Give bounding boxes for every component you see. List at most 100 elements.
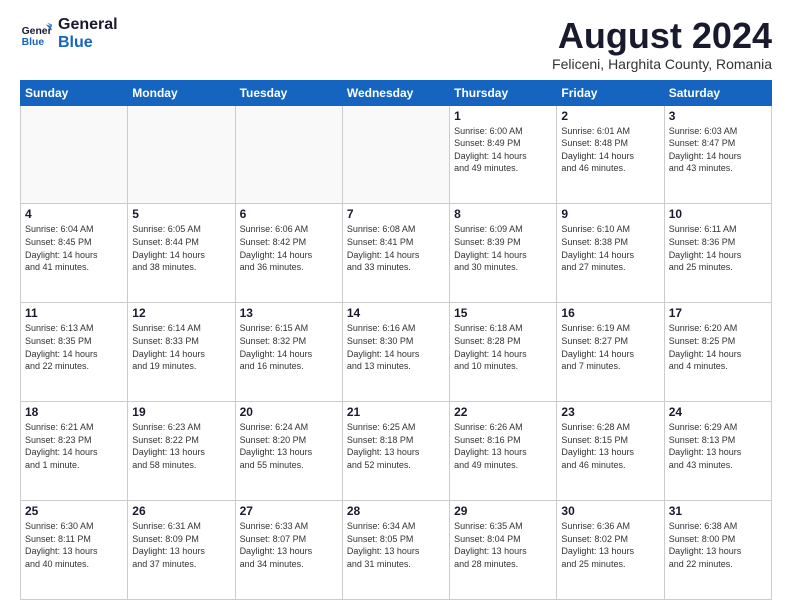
day-info: Sunrise: 6:33 AM Sunset: 8:07 PM Dayligh… [240, 520, 338, 570]
calendar-cell: 4 Sunrise: 6:04 AM Sunset: 8:45 PM Daylig… [21, 204, 128, 303]
calendar-cell: 23 Sunrise: 6:28 AM Sunset: 8:15 PM Dayli… [557, 402, 664, 501]
calendar-cell: 27 Sunrise: 6:33 AM Sunset: 8:07 PM Dayli… [235, 501, 342, 600]
day-number: 15 [454, 306, 552, 320]
main-title: August 2024 [552, 16, 772, 56]
day-number: 25 [25, 504, 123, 518]
calendar-cell: 8 Sunrise: 6:09 AM Sunset: 8:39 PM Daylig… [450, 204, 557, 303]
calendar-header-monday: Monday [128, 80, 235, 105]
calendar-cell: 24 Sunrise: 6:29 AM Sunset: 8:13 PM Dayli… [664, 402, 771, 501]
day-number: 7 [347, 207, 445, 221]
svg-text:General: General [22, 26, 52, 37]
day-number: 12 [132, 306, 230, 320]
day-number: 28 [347, 504, 445, 518]
calendar-cell: 13Sunrise: 6:15 AM Sunset: 8:32 PM Dayli… [235, 303, 342, 402]
day-info: Sunrise: 6:21 AM Sunset: 8:23 PM Dayligh… [25, 421, 123, 471]
calendar-cell: 2 Sunrise: 6:01 AM Sunset: 8:48 PM Daylig… [557, 105, 664, 204]
calendar-cell: 17 Sunrise: 6:20 AM Sunset: 8:25 PM Dayli… [664, 303, 771, 402]
calendar-cell: 1Sunrise: 6:00 AM Sunset: 8:49 PM Daylig… [450, 105, 557, 204]
day-number: 8 [454, 207, 552, 221]
day-number: 31 [669, 504, 767, 518]
day-number: 29 [454, 504, 552, 518]
day-info: Sunrise: 6:05 AM Sunset: 8:44 PM Dayligh… [132, 223, 230, 273]
day-number: 1 [454, 109, 552, 123]
calendar-week-2: 4 Sunrise: 6:04 AM Sunset: 8:45 PM Daylig… [21, 204, 772, 303]
calendar-cell: 9 Sunrise: 6:10 AM Sunset: 8:38 PM Daylig… [557, 204, 664, 303]
day-info: Sunrise: 6:31 AM Sunset: 8:09 PM Dayligh… [132, 520, 230, 570]
day-number: 6 [240, 207, 338, 221]
calendar-cell: 25Sunrise: 6:30 AM Sunset: 8:11 PM Dayli… [21, 501, 128, 600]
logo-icon: General Blue [20, 18, 52, 50]
day-info: Sunrise: 6:26 AM Sunset: 8:16 PM Dayligh… [454, 421, 552, 471]
day-number: 3 [669, 109, 767, 123]
day-number: 23 [561, 405, 659, 419]
logo: General Blue General Blue [20, 16, 118, 51]
day-number: 9 [561, 207, 659, 221]
day-info: Sunrise: 6:19 AM Sunset: 8:27 PM Dayligh… [561, 322, 659, 372]
calendar-week-5: 25Sunrise: 6:30 AM Sunset: 8:11 PM Dayli… [21, 501, 772, 600]
day-number: 30 [561, 504, 659, 518]
calendar-cell: 19Sunrise: 6:23 AM Sunset: 8:22 PM Dayli… [128, 402, 235, 501]
day-info: Sunrise: 6:36 AM Sunset: 8:02 PM Dayligh… [561, 520, 659, 570]
calendar-cell [235, 105, 342, 204]
day-info: Sunrise: 6:20 AM Sunset: 8:25 PM Dayligh… [669, 322, 767, 372]
subtitle: Feliceni, Harghita County, Romania [552, 56, 772, 72]
day-info: Sunrise: 6:29 AM Sunset: 8:13 PM Dayligh… [669, 421, 767, 471]
calendar-header-sunday: Sunday [21, 80, 128, 105]
day-info: Sunrise: 6:28 AM Sunset: 8:15 PM Dayligh… [561, 421, 659, 471]
day-number: 24 [669, 405, 767, 419]
calendar-table: SundayMondayTuesdayWednesdayThursdayFrid… [20, 80, 772, 600]
day-info: Sunrise: 6:18 AM Sunset: 8:28 PM Dayligh… [454, 322, 552, 372]
calendar-cell: 20Sunrise: 6:24 AM Sunset: 8:20 PM Dayli… [235, 402, 342, 501]
calendar-cell: 6 Sunrise: 6:06 AM Sunset: 8:42 PM Daylig… [235, 204, 342, 303]
calendar-cell: 29Sunrise: 6:35 AM Sunset: 8:04 PM Dayli… [450, 501, 557, 600]
day-number: 2 [561, 109, 659, 123]
calendar-header-saturday: Saturday [664, 80, 771, 105]
logo-line1: General [58, 16, 118, 34]
calendar-cell: 28 Sunrise: 6:34 AM Sunset: 8:05 PM Dayli… [342, 501, 449, 600]
calendar-cell: 15 Sunrise: 6:18 AM Sunset: 8:28 PM Dayli… [450, 303, 557, 402]
calendar-cell: 7 Sunrise: 6:08 AM Sunset: 8:41 PM Daylig… [342, 204, 449, 303]
calendar-cell [21, 105, 128, 204]
calendar-cell: 18 Sunrise: 6:21 AM Sunset: 8:23 PM Dayli… [21, 402, 128, 501]
calendar-cell: 5 Sunrise: 6:05 AM Sunset: 8:44 PM Daylig… [128, 204, 235, 303]
day-info: Sunrise: 6:11 AM Sunset: 8:36 PM Dayligh… [669, 223, 767, 273]
day-info: Sunrise: 6:04 AM Sunset: 8:45 PM Dayligh… [25, 223, 123, 273]
day-number: 18 [25, 405, 123, 419]
calendar-header-wednesday: Wednesday [342, 80, 449, 105]
day-number: 22 [454, 405, 552, 419]
day-number: 5 [132, 207, 230, 221]
day-info: Sunrise: 6:10 AM Sunset: 8:38 PM Dayligh… [561, 223, 659, 273]
calendar-cell [128, 105, 235, 204]
day-info: Sunrise: 6:03 AM Sunset: 8:47 PM Dayligh… [669, 125, 767, 175]
day-info: Sunrise: 6:08 AM Sunset: 8:41 PM Dayligh… [347, 223, 445, 273]
day-info: Sunrise: 6:34 AM Sunset: 8:05 PM Dayligh… [347, 520, 445, 570]
day-info: Sunrise: 6:16 AM Sunset: 8:30 PM Dayligh… [347, 322, 445, 372]
calendar-cell [342, 105, 449, 204]
header: General Blue General Blue August 2024 Fe… [20, 16, 772, 72]
title-block: August 2024 Feliceni, Harghita County, R… [552, 16, 772, 72]
day-info: Sunrise: 6:01 AM Sunset: 8:48 PM Dayligh… [561, 125, 659, 175]
day-info: Sunrise: 6:25 AM Sunset: 8:18 PM Dayligh… [347, 421, 445, 471]
calendar-cell: 10 Sunrise: 6:11 AM Sunset: 8:36 PM Dayli… [664, 204, 771, 303]
day-number: 4 [25, 207, 123, 221]
day-info: Sunrise: 6:14 AM Sunset: 8:33 PM Dayligh… [132, 322, 230, 372]
day-info: Sunrise: 6:13 AM Sunset: 8:35 PM Dayligh… [25, 322, 123, 372]
day-number: 20 [240, 405, 338, 419]
calendar-header-tuesday: Tuesday [235, 80, 342, 105]
day-info: Sunrise: 6:38 AM Sunset: 8:00 PM Dayligh… [669, 520, 767, 570]
calendar-cell: 22 Sunrise: 6:26 AM Sunset: 8:16 PM Dayli… [450, 402, 557, 501]
day-number: 10 [669, 207, 767, 221]
day-number: 21 [347, 405, 445, 419]
calendar-header-thursday: Thursday [450, 80, 557, 105]
calendar-cell: 31 Sunrise: 6:38 AM Sunset: 8:00 PM Dayli… [664, 501, 771, 600]
logo-line2: Blue [58, 34, 118, 52]
day-number: 14 [347, 306, 445, 320]
day-info: Sunrise: 6:09 AM Sunset: 8:39 PM Dayligh… [454, 223, 552, 273]
calendar-week-3: 11Sunrise: 6:13 AM Sunset: 8:35 PM Dayli… [21, 303, 772, 402]
page: General Blue General Blue August 2024 Fe… [0, 0, 792, 612]
day-number: 17 [669, 306, 767, 320]
calendar-cell: 14 Sunrise: 6:16 AM Sunset: 8:30 PM Dayli… [342, 303, 449, 402]
day-number: 27 [240, 504, 338, 518]
day-info: Sunrise: 6:06 AM Sunset: 8:42 PM Dayligh… [240, 223, 338, 273]
day-info: Sunrise: 6:23 AM Sunset: 8:22 PM Dayligh… [132, 421, 230, 471]
